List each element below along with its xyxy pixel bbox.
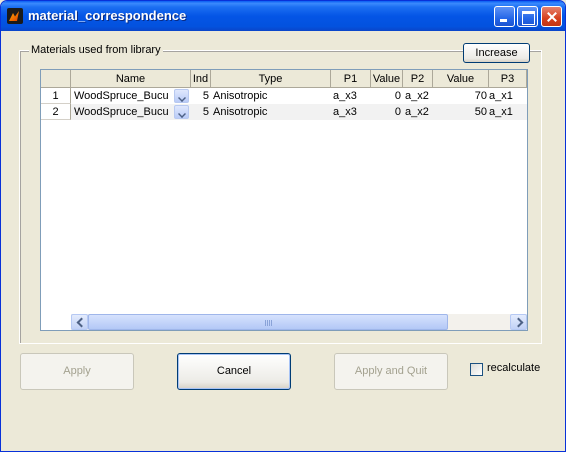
type-cell[interactable]: Anisotropic — [211, 88, 331, 104]
p2-cell[interactable]: a_x2 — [403, 104, 433, 120]
window-title: material_correspondence — [28, 8, 187, 23]
p1-cell[interactable]: a_x3 — [331, 88, 371, 104]
recalculate-label[interactable]: recalculate — [487, 362, 540, 374]
column-header-ind[interactable]: Ind — [191, 70, 211, 88]
cancel-button[interactable]: Cancel — [177, 353, 291, 390]
column-header-p3[interactable]: P3 — [489, 70, 527, 88]
grip-icon — [265, 320, 273, 326]
ind-cell[interactable]: 5 — [191, 104, 211, 120]
value1-cell[interactable]: 0 — [371, 104, 403, 120]
horizontal-scrollbar[interactable] — [71, 314, 527, 330]
row-number[interactable]: 2 — [41, 104, 71, 120]
ind-cell[interactable]: 5 — [191, 88, 211, 104]
matlab-icon — [7, 8, 23, 24]
column-header-type[interactable]: Type — [211, 70, 331, 88]
scrollbar-thumb[interactable] — [88, 314, 448, 330]
name-cell[interactable]: WoodSpruce_Bucu — [72, 104, 174, 120]
material-correspondence-window: material_correspondence Materials used f… — [0, 0, 566, 452]
recalculate-checkbox[interactable] — [470, 363, 483, 376]
increase-button[interactable]: Increase — [463, 43, 530, 63]
p2-cell[interactable]: a_x2 — [403, 88, 433, 104]
table-row[interactable]: 1 WoodSpruce_Bucu 5 Anisotropic a_x3 0 a… — [41, 88, 527, 104]
apply-button[interactable]: Apply — [20, 353, 134, 390]
value2-cell[interactable]: 70 — [433, 88, 489, 104]
chevron-down-icon[interactable] — [174, 89, 189, 103]
apply-and-quit-button[interactable]: Apply and Quit — [334, 353, 448, 390]
p1-cell[interactable]: a_x3 — [331, 104, 371, 120]
name-cell[interactable]: WoodSpruce_Bucu — [72, 88, 174, 104]
table-header: Name Ind Type P1 Value P2 Value P3 — [41, 70, 527, 88]
minimize-icon[interactable] — [494, 6, 515, 27]
column-header-p2[interactable]: P2 — [403, 70, 433, 88]
title-bar[interactable]: material_correspondence — [1, 1, 565, 31]
value2-cell[interactable]: 50 — [433, 104, 489, 120]
row-number[interactable]: 1 — [41, 88, 71, 104]
column-header-p1[interactable]: P1 — [331, 70, 371, 88]
p3-cell[interactable]: a_x1 — [487, 88, 527, 104]
column-header-name[interactable]: Name — [71, 70, 191, 88]
p3-cell[interactable]: a_x1 — [487, 104, 527, 120]
close-icon[interactable] — [541, 6, 562, 27]
chevron-down-icon[interactable] — [174, 105, 189, 119]
table-row[interactable]: 2 WoodSpruce_Bucu 5 Anisotropic a_x3 0 a… — [41, 104, 527, 120]
scroll-right-icon[interactable] — [510, 314, 527, 330]
row-header-corner — [41, 70, 71, 88]
materials-table[interactable]: Name Ind Type P1 Value P2 Value P3 1 Woo… — [40, 69, 528, 331]
type-cell[interactable]: Anisotropic — [211, 104, 331, 120]
column-header-value2[interactable]: Value — [433, 70, 489, 88]
value1-cell[interactable]: 0 — [371, 88, 403, 104]
materials-group-label: Materials used from library — [29, 44, 163, 56]
column-header-value1[interactable]: Value — [371, 70, 403, 88]
maximize-icon[interactable] — [517, 6, 538, 27]
scroll-left-icon[interactable] — [71, 314, 88, 330]
